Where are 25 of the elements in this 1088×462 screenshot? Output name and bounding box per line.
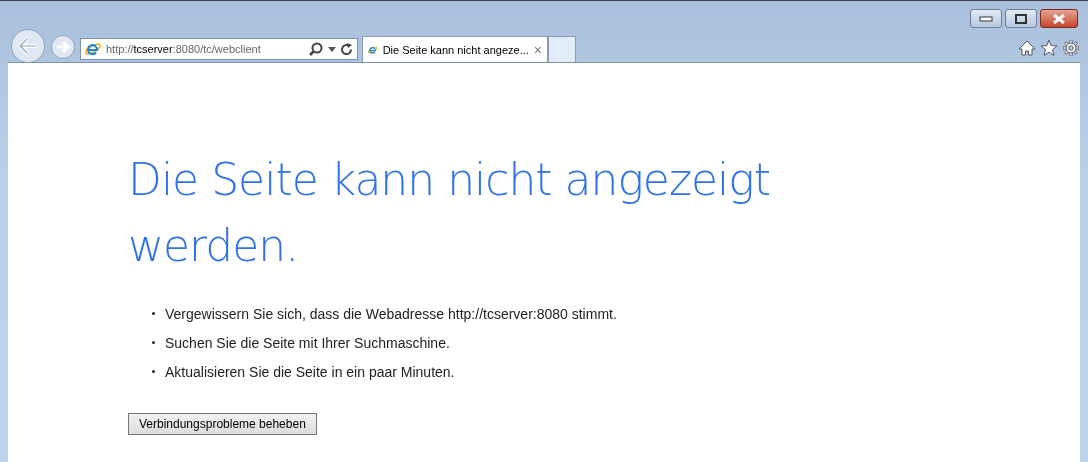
bullet-icon bbox=[152, 370, 155, 373]
caret-icon[interactable] bbox=[328, 46, 336, 52]
error-heading: Die Seite kann nicht angezeigt werden. bbox=[128, 153, 771, 273]
star-icon[interactable] bbox=[1040, 39, 1058, 57]
bullet-icon bbox=[152, 341, 155, 344]
back-button[interactable] bbox=[10, 28, 46, 64]
maximize-icon bbox=[1015, 13, 1027, 24]
home-icon[interactable] bbox=[1018, 39, 1036, 57]
minimize-icon bbox=[979, 15, 993, 22]
search-icon[interactable] bbox=[309, 42, 323, 56]
tab-close-button[interactable]: × bbox=[533, 41, 542, 58]
minimize-button[interactable] bbox=[970, 9, 1002, 28]
address-field[interactable]: http://tcserver:8080/tc/webclient bbox=[80, 38, 358, 60]
troubleshoot-button[interactable]: Verbindungsprobleme beheben bbox=[128, 413, 317, 435]
tip-text: Suchen Sie die Seite mit Ihrer Suchmaschine. bbox=[165, 334, 450, 351]
refresh-icon[interactable] bbox=[341, 42, 353, 56]
browser-logo-icon bbox=[85, 41, 101, 57]
close-icon bbox=[1052, 13, 1066, 24]
tip-text: Vergewissern Sie sich, dass die Webadresse http://tcserver:8080 stimmt. bbox=[165, 305, 617, 322]
tab[interactable]: Die Seite kann nicht angeze... × bbox=[362, 36, 548, 62]
settings-icon[interactable] bbox=[1062, 39, 1080, 57]
tip-text: Aktualisieren Sie die Seite in ein paar Minuten. bbox=[165, 363, 455, 380]
maximize-button[interactable] bbox=[1005, 9, 1037, 28]
bullet-icon bbox=[152, 312, 155, 315]
close-button[interactable] bbox=[1040, 9, 1078, 28]
